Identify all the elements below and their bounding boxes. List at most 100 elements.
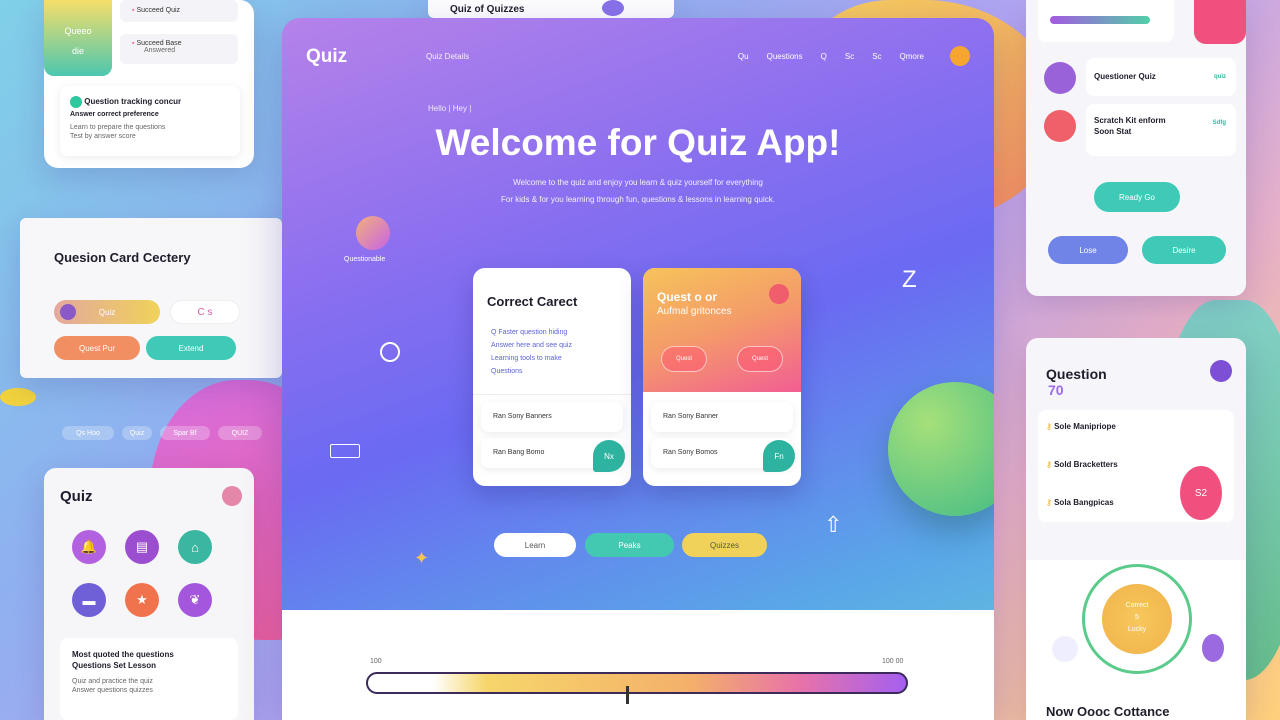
ring-icon	[380, 342, 400, 362]
app-logo[interactable]: Quiz	[306, 46, 347, 68]
next-badge[interactable]: Fn	[763, 440, 795, 472]
chip-label: Quest	[675, 356, 692, 362]
cs-pill-label: C s	[197, 306, 213, 318]
key-icon: ⚷	[1046, 460, 1055, 469]
arrow-up-icon: ⇧	[824, 512, 843, 537]
desire-button[interactable]: Desire	[1142, 236, 1226, 264]
lock-icon	[1052, 636, 1078, 662]
note-title: Most quoted the questions	[72, 650, 174, 659]
quest-chip[interactable]: Quest	[737, 346, 783, 372]
quiz-icon-panel: Quiz 🔔 ▤ ⌂ ▬ ★ ❦ Most quoted the questio…	[44, 468, 254, 720]
nav-link[interactable]: Qu	[738, 52, 749, 61]
card-line: Learning tools to make	[491, 355, 562, 362]
top-center-dot	[602, 0, 624, 16]
item1-label: Succeed Quiz	[136, 7, 181, 14]
note-sub: Questions Set Lesson	[72, 661, 157, 670]
card-title: Quest o or	[657, 290, 718, 304]
hat-icon[interactable]: ⌂	[178, 530, 212, 564]
card-line: Answer here and see quiz	[491, 342, 572, 349]
breadcrumb[interactable]: Quiz Details	[426, 52, 469, 61]
quiz-panel-badge[interactable]	[222, 486, 242, 506]
nav-link[interactable]: Sc	[845, 52, 854, 61]
quiz-pill-label: Quiz	[98, 307, 116, 317]
tag[interactable]: Quiz	[122, 426, 152, 440]
lose-button[interactable]: Lose	[1048, 236, 1128, 264]
question-card-correct[interactable]: Correct Carect Q Faster question hiding …	[473, 268, 631, 486]
right-top-panel: Questioner Quiz quiz Scratch Kit enform …	[1026, 0, 1246, 296]
answer-label: Ran Sony Bomos	[663, 449, 718, 456]
tag[interactable]: Spar Bf	[160, 426, 210, 440]
card-line: Q Faster question hiding	[491, 329, 568, 336]
next-badge[interactable]: Nx	[593, 440, 625, 472]
star-icon[interactable]: ★	[125, 583, 159, 617]
tag[interactable]: QUIZ	[218, 426, 262, 440]
answer-row[interactable]: Ran Sony Banners	[481, 402, 623, 432]
top-left-card: Queeo die ▪ Succeed Quiz ▪ Succeed Base …	[44, 0, 254, 168]
score-bubble[interactable]: S2	[1180, 466, 1222, 520]
answer-item[interactable]: ⚷ Sold Bracketters	[1046, 460, 1118, 469]
card-close-icon[interactable]	[769, 284, 789, 304]
progress-bar[interactable]	[366, 672, 908, 694]
peaks-button[interactable]: Peaks	[585, 533, 674, 557]
list-item-questioner[interactable]: Questioner Quiz quiz	[1086, 58, 1236, 96]
answer-item[interactable]: ⚷ Sole Manipriope	[1046, 422, 1116, 431]
note-line: Quiz and practice the quiz	[72, 678, 153, 685]
clipboard-icon[interactable]: ▤	[125, 530, 159, 564]
bell-icon[interactable]: 🔔	[72, 530, 106, 564]
extend-label: Extend	[178, 343, 204, 353]
question-card-quest[interactable]: Quest o or Aufmal gritonces Quest Quest …	[643, 268, 801, 486]
purple-avatar-icon	[1044, 62, 1076, 94]
right-bottom-panel: Question 70 ⚷ Sole Manipriope ⚷ Sold Bra…	[1026, 338, 1246, 720]
quiz-pill[interactable]: Quiz	[54, 300, 160, 324]
list-item-succeed-base[interactable]: ▪ Succeed Base Answered	[120, 34, 238, 64]
book-icon[interactable]: ▬	[72, 583, 106, 617]
learn-button[interactable]: Learn	[494, 533, 576, 557]
quizzes-button[interactable]: Quizzes	[682, 533, 767, 557]
top-nav: Quiz Quiz Details Qu Questions Q Sc Sc Q…	[306, 46, 970, 70]
nav-link[interactable]: Questions	[767, 52, 803, 61]
panel-badge[interactable]	[1210, 360, 1232, 382]
green-ball	[888, 382, 994, 516]
notice-line: Learn to prepare the questions	[70, 124, 166, 131]
tile-quiz[interactable]: Queeo die	[44, 0, 112, 76]
answer-item[interactable]: ⚷ Sola Bangpicas	[1046, 498, 1114, 507]
button-label: Lose	[1079, 245, 1097, 255]
check-icon	[70, 96, 82, 108]
tag[interactable]: Qs Hoo	[62, 426, 114, 440]
strip-bar	[1050, 16, 1150, 24]
score-center: Correct 5 Lucky	[1102, 584, 1172, 654]
nav-link[interactable]: Sc	[872, 52, 881, 61]
progress-handle[interactable]	[626, 686, 630, 704]
item-label: Questioner Quiz	[1094, 72, 1156, 81]
z-icon: Z	[902, 266, 917, 293]
bottom-bar: 100 100 00	[282, 610, 994, 720]
list-item-succeed-quiz[interactable]: ▪ Succeed Quiz	[120, 0, 238, 22]
avatar[interactable]	[950, 46, 970, 66]
progress-min-label: 100	[370, 658, 382, 665]
chip-label: Quest	[751, 356, 768, 362]
answer-label: Sole Manipriope	[1054, 422, 1116, 431]
cs-pill[interactable]: C s	[170, 300, 240, 324]
nav-link[interactable]: Qmore	[900, 52, 924, 61]
quest-pur-pill[interactable]: Quest Pur	[54, 336, 140, 360]
button-label: Peaks	[618, 540, 641, 550]
red-avatar-icon	[1044, 110, 1076, 142]
quiz-panel-title: Quiz	[60, 488, 93, 505]
ring-line: Correct	[1125, 602, 1149, 609]
question-card-panel: Quesion Card Cectery Quiz C s Quest Pur …	[20, 218, 282, 378]
extend-pill[interactable]: Extend	[146, 336, 236, 360]
left-tags: Qs Hoo Quiz Spar Bf QUIZ	[62, 426, 262, 440]
quest-chip[interactable]: Quest	[661, 346, 707, 372]
ready-go-button[interactable]: Ready Go	[1094, 182, 1180, 212]
answer-row[interactable]: Ran Sony Banner	[651, 402, 793, 432]
top-center-card: Quiz of Quizzes	[428, 0, 674, 18]
item2-sub: Answered	[144, 47, 176, 54]
pink-app-icon[interactable]	[1194, 0, 1246, 44]
notice-box: Question tracking concur Answer correct …	[60, 86, 240, 156]
list-item-scratch[interactable]: Scratch Kit enform Soon Stat Sdfg	[1086, 104, 1236, 156]
notice-line: Test by answer score	[70, 133, 136, 140]
item-tag: quiz	[1214, 74, 1226, 80]
right-top-strip	[1038, 0, 1174, 42]
nav-link[interactable]: Q	[821, 52, 827, 61]
leaf-icon[interactable]: ❦	[178, 583, 212, 617]
